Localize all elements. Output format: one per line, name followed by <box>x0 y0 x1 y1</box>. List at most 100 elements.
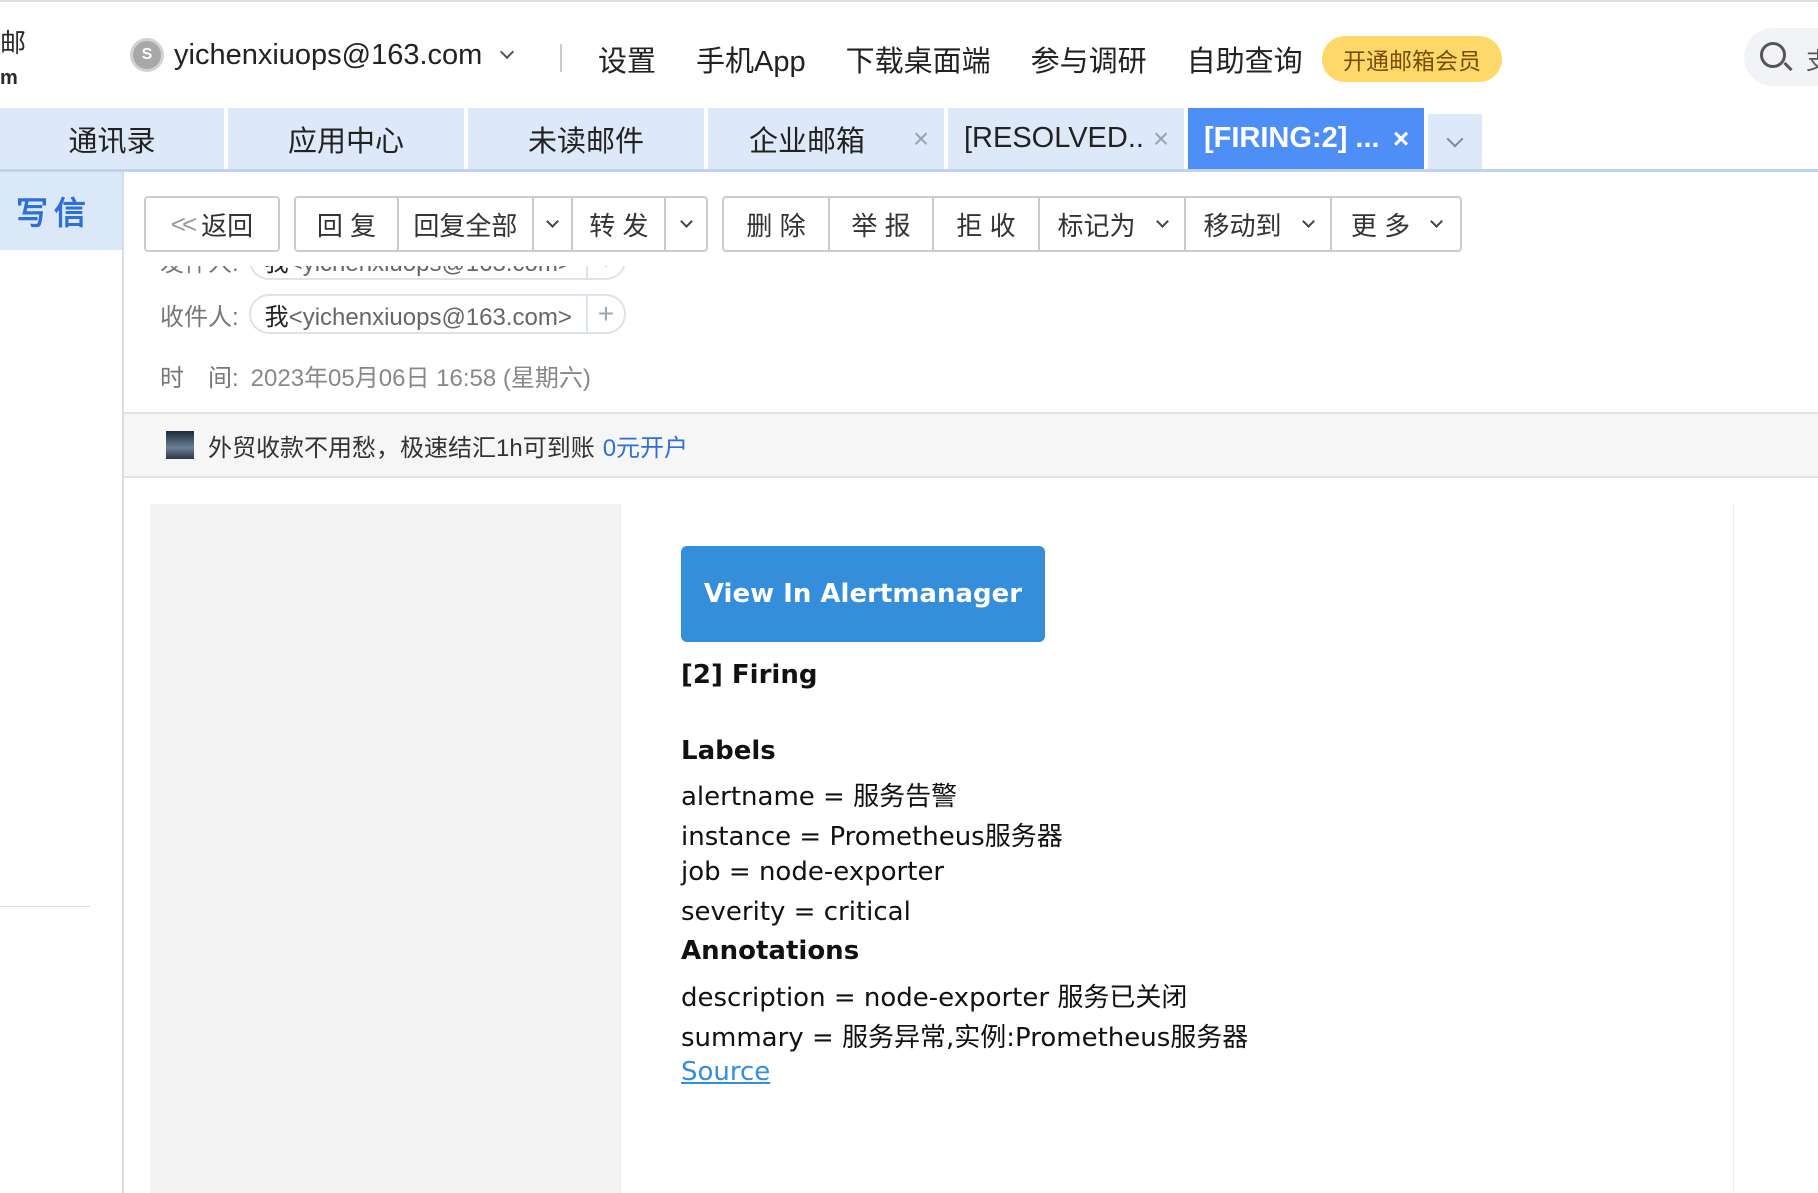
reply-all-dropdown[interactable] <box>534 198 574 250</box>
annotations-heading: Annotations <box>681 936 860 966</box>
reply-button[interactable]: 回 复 <box>296 198 399 250</box>
tab-bar: 通讯录 应用中心 未读邮件 企业邮箱 × [RESOLVED... × [FIR… <box>0 108 1818 172</box>
chevron-down-icon <box>546 215 559 228</box>
tab-label: [RESOLVED... <box>964 122 1146 154</box>
move-to-label: 移动到 <box>1203 210 1282 241</box>
nav-self-service[interactable]: 自助查询 <box>1187 38 1303 80</box>
mail-toolbar: << 返回 回 复 回复全部 转 发 删 除 举 报 拒 收 标记为 移动到 更… <box>124 172 1818 266</box>
mail-header: 发件人: 我<yichenxiuops@163.com> + 收件人: 我<yi… <box>124 266 1818 412</box>
avatar-icon: S <box>130 38 164 72</box>
time-value: 2023年05月06日 16:58 (星期六) <box>250 365 591 392</box>
labels-heading: Labels <box>681 736 776 766</box>
divider <box>560 44 562 72</box>
mail-content: View In Alertmanager [2] Firing Labels a… <box>620 504 1734 1193</box>
logo-fragment-sub[interactable]: m <box>0 68 18 88</box>
top-nav: 设置 手机App 下载桌面端 参与调研 自助查询 <box>598 38 1343 80</box>
sender-address: <yichenxiuops@163.com> <box>289 266 572 277</box>
ad-text: 外贸收款不用愁，极速结汇1h可到账 <box>208 434 595 462</box>
tab-firing-mail[interactable]: [FIRING:2] ... × <box>1188 108 1424 169</box>
chevron-down-icon <box>500 44 515 60</box>
search-box[interactable]: 支 <box>1744 28 1818 86</box>
sidebar: 写信 <box>0 172 124 1193</box>
back-segment[interactable]: << 返回 <box>146 198 278 250</box>
tab-resolved-mail[interactable]: [RESOLVED... × <box>948 108 1184 169</box>
firing-title: [2] Firing <box>681 660 818 690</box>
label-line: alertname = 服务告警 <box>681 782 958 812</box>
forward-button[interactable]: 转 发 <box>573 198 667 250</box>
add-contact-icon[interactable]: + <box>585 266 624 278</box>
chevron-down-icon <box>1301 215 1315 228</box>
search-text: 支 <box>1806 41 1818 76</box>
add-contact-icon[interactable]: + <box>585 296 624 332</box>
sender-chip[interactable]: 我<yichenxiuops@163.com> + <box>248 266 626 280</box>
mail-body: View In Alertmanager [2] Firing Labels a… <box>124 478 1818 1193</box>
delete-button[interactable]: 删 除 <box>724 198 830 250</box>
tab-unread-mail[interactable]: 未读邮件 <box>468 108 704 169</box>
sender-name: 我 <box>265 266 289 277</box>
reject-button[interactable]: 拒 收 <box>934 198 1040 250</box>
mark-as-label: 标记为 <box>1057 210 1136 241</box>
report-button[interactable]: 举 报 <box>830 198 934 250</box>
sender-label: 发件人: <box>160 266 239 278</box>
label-line: instance = Prometheus服务器 <box>681 822 1063 852</box>
nav-settings[interactable]: 设置 <box>598 38 656 80</box>
back-arrow-icon: << <box>170 208 197 239</box>
move-to-button[interactable]: 移动到 <box>1186 198 1332 250</box>
mark-as-button[interactable]: 标记为 <box>1040 198 1186 250</box>
top-header: 邮 m S yichenxiuops@163.com 设置 手机App 下载桌面… <box>0 0 1818 106</box>
label-line: job = node-exporter <box>681 857 945 887</box>
recipient-label: 收件人: <box>160 303 239 331</box>
reply-group: 回 复 回复全部 转 发 <box>294 196 708 252</box>
recipient-address: <yichenxiuops@163.com> <box>288 303 572 331</box>
recipient-chip[interactable]: 我<yichenxiuops@163.com> + <box>248 294 626 334</box>
mail-body-frame: View In Alertmanager [2] Firing Labels a… <box>150 504 1734 1193</box>
recipient-name: 我 <box>264 303 289 331</box>
reply-all-button[interactable]: 回复全部 <box>399 198 534 250</box>
back-button[interactable]: << 返回 <box>144 196 280 252</box>
annotation-line: summary = 服务异常,实例:Prometheus服务器 <box>681 1023 1249 1053</box>
view-in-alertmanager-button[interactable]: View In Alertmanager <box>681 546 1045 642</box>
tab-app-center[interactable]: 应用中心 <box>228 108 464 169</box>
nav-download-desktop[interactable]: 下载桌面端 <box>846 38 991 80</box>
chevron-down-icon <box>1446 130 1464 147</box>
nav-mobile-app[interactable]: 手机App <box>696 38 806 80</box>
divider <box>0 906 90 907</box>
close-icon[interactable]: × <box>906 123 936 155</box>
more-label: 更 多 <box>1350 210 1411 241</box>
chevron-down-icon <box>1155 215 1169 228</box>
more-button[interactable]: 更 多 <box>1332 198 1460 250</box>
tab-label: 未读邮件 <box>527 125 644 158</box>
chevron-down-icon <box>1430 215 1443 228</box>
account-switcher[interactable]: S yichenxiuops@163.com <box>130 38 515 72</box>
forward-dropdown[interactable] <box>666 198 706 250</box>
search-icon <box>1760 42 1786 68</box>
vip-membership-button[interactable]: 开通邮箱会员 <box>1322 36 1502 82</box>
tab-enterprise-mail[interactable]: 企业邮箱 × <box>708 108 944 169</box>
close-icon[interactable]: × <box>1146 123 1176 155</box>
tab-label: [FIRING:2] ... <box>1204 122 1380 154</box>
compose-button[interactable]: 写信 <box>0 172 122 250</box>
ad-link[interactable]: 0元开户 <box>603 428 688 463</box>
back-label: 返回 <box>201 210 254 241</box>
source-link[interactable]: Source <box>681 1057 770 1087</box>
nav-survey[interactable]: 参与调研 <box>1031 38 1147 80</box>
time-row: 时 间: 2023年05月06日 16:58 (星期六) <box>160 358 591 393</box>
ad-thumbnail <box>166 431 194 459</box>
source-row: Source <box>681 1057 770 1087</box>
tab-label: 应用中心 <box>287 125 404 158</box>
time-label: 时 间: <box>160 365 239 392</box>
tab-label: 通讯录 <box>68 125 156 158</box>
logo-fragment[interactable]: 邮 <box>0 30 26 56</box>
label-line: severity = critical <box>681 897 911 927</box>
actions-group: 删 除 举 报 拒 收 标记为 移动到 更 多 <box>722 196 1462 252</box>
annotation-line: description = node-exporter 服务已关闭 <box>681 983 1188 1013</box>
chevron-down-icon <box>679 215 693 228</box>
tab-overflow-button[interactable] <box>1428 114 1482 169</box>
tab-label: 企业邮箱 <box>748 125 865 158</box>
tab-contacts[interactable]: 通讯录 <box>0 108 224 169</box>
ad-banner: 外贸收款不用愁，极速结汇1h可到账 0元开户 <box>124 412 1818 478</box>
recipient-row: 收件人: 我<yichenxiuops@163.com> + <box>160 294 626 334</box>
sender-row: 发件人: 我<yichenxiuops@163.com> + <box>160 266 626 280</box>
close-icon[interactable]: × <box>1386 123 1416 155</box>
account-email: yichenxiuops@163.com <box>174 38 483 71</box>
